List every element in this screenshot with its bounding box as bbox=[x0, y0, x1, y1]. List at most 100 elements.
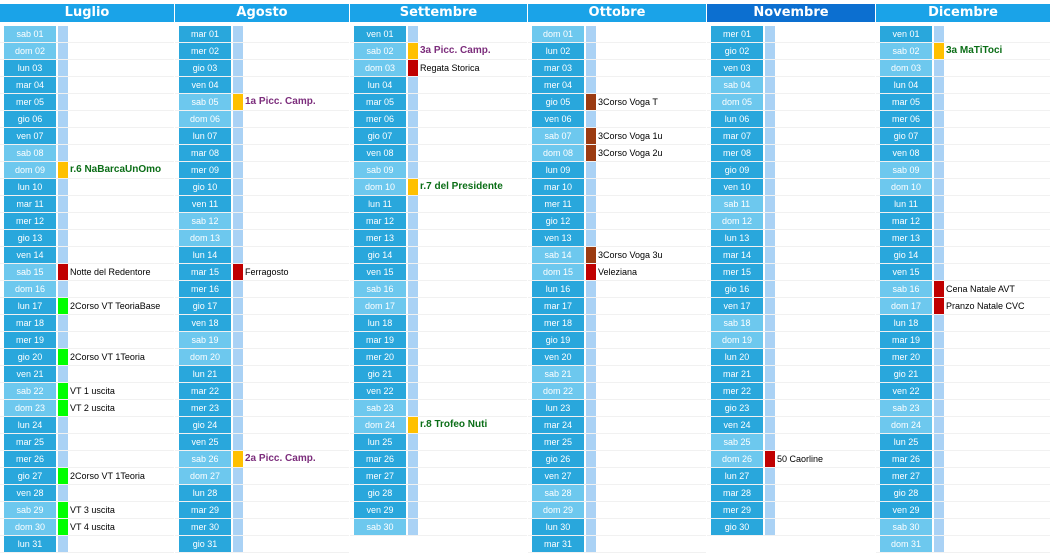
day-date: ven 27 bbox=[532, 468, 584, 484]
day-row: dom 09 r.6 NaBarcaUnOmo bbox=[0, 162, 174, 179]
day-row: mer 20 bbox=[876, 349, 1050, 366]
day-row: dom 20 bbox=[175, 349, 349, 366]
day-date: gio 31 bbox=[179, 536, 231, 552]
day-row: mer 13 bbox=[350, 230, 527, 247]
day-date: mar 22 bbox=[179, 383, 231, 399]
event-marker bbox=[58, 162, 68, 178]
day-row: lun 11 bbox=[876, 196, 1050, 213]
day-row: lun 11 bbox=[350, 196, 527, 213]
event-label: 3Corso Voga T bbox=[598, 97, 658, 107]
event-marker bbox=[233, 247, 243, 263]
event-marker bbox=[408, 77, 418, 93]
day-date: dom 22 bbox=[532, 383, 584, 399]
day-date: ven 14 bbox=[4, 247, 56, 263]
event-marker bbox=[58, 179, 68, 195]
day-row: dom 10 r.7 del Presidente bbox=[350, 179, 527, 196]
event-label: VT 2 uscita bbox=[70, 403, 115, 413]
day-row: dom 24 r.8 Trofeo Nuti bbox=[350, 417, 527, 434]
row-divider bbox=[175, 552, 349, 553]
day-row: lun 25 bbox=[350, 434, 527, 451]
event-marker bbox=[233, 264, 243, 280]
day-row: mer 04 bbox=[528, 77, 706, 94]
day-row: dom 02 bbox=[0, 43, 174, 60]
event-marker bbox=[58, 485, 68, 501]
day-date: mar 25 bbox=[4, 434, 56, 450]
event-marker bbox=[58, 519, 68, 535]
day-date: dom 02 bbox=[4, 43, 56, 59]
day-row: mar 21 bbox=[707, 366, 875, 383]
event-marker bbox=[586, 162, 596, 178]
day-row: sab 16 bbox=[350, 281, 527, 298]
event-marker bbox=[233, 281, 243, 297]
event-marker bbox=[934, 519, 944, 535]
event-label: 1a Picc. Camp. bbox=[245, 96, 316, 107]
event-marker bbox=[934, 145, 944, 161]
month-dicembre: Dicembre ven 01 sab 02 3a MaTiToci dom 03 lun… bbox=[876, 4, 1050, 553]
day-date: mar 12 bbox=[354, 213, 406, 229]
day-date: mer 01 bbox=[711, 26, 763, 42]
day-row: dom 05 bbox=[707, 94, 875, 111]
day-row: gio 31 bbox=[175, 536, 349, 553]
day-row: dom 03 bbox=[876, 60, 1050, 77]
day-row: ven 11 bbox=[175, 196, 349, 213]
day-row: sab 23 bbox=[350, 400, 527, 417]
event-label: VT 4 uscita bbox=[70, 522, 115, 532]
event-marker bbox=[586, 332, 596, 348]
day-row: lun 04 bbox=[876, 77, 1050, 94]
day-row: mar 22 bbox=[175, 383, 349, 400]
row-divider bbox=[876, 552, 1050, 553]
day-row: sab 28 bbox=[528, 485, 706, 502]
event-marker bbox=[586, 77, 596, 93]
event-marker bbox=[934, 230, 944, 246]
day-row: sab 21 bbox=[528, 366, 706, 383]
day-row: lun 14 bbox=[175, 247, 349, 264]
event-marker bbox=[58, 94, 68, 110]
event-marker bbox=[765, 502, 775, 518]
event-marker bbox=[586, 128, 596, 144]
event-marker bbox=[586, 451, 596, 467]
day-row: lun 09 bbox=[528, 162, 706, 179]
event-marker bbox=[934, 111, 944, 127]
event-marker bbox=[765, 332, 775, 348]
event-marker bbox=[586, 145, 596, 161]
day-row: mar 03 bbox=[528, 60, 706, 77]
day-row: dom 23 VT 2 uscita bbox=[0, 400, 174, 417]
day-row: mer 19 bbox=[0, 332, 174, 349]
day-row: dom 06 bbox=[175, 111, 349, 128]
day-row: mer 13 bbox=[876, 230, 1050, 247]
day-date: dom 16 bbox=[4, 281, 56, 297]
event-marker bbox=[934, 196, 944, 212]
day-date: dom 06 bbox=[179, 111, 231, 127]
event-marker bbox=[586, 383, 596, 399]
event-marker bbox=[233, 77, 243, 93]
day-row: mer 23 bbox=[175, 400, 349, 417]
month-ottobre: Ottobre dom 01 lun 02 mar 03 mer 04 gio 05 3Co… bbox=[528, 4, 706, 553]
event-marker bbox=[586, 281, 596, 297]
day-date: ven 20 bbox=[532, 349, 584, 365]
event-marker bbox=[233, 451, 243, 467]
day-row: ven 10 bbox=[707, 179, 875, 196]
day-row: lun 20 bbox=[707, 349, 875, 366]
day-date: gio 30 bbox=[711, 519, 763, 535]
day-row: dom 19 bbox=[707, 332, 875, 349]
event-label: 2a Picc. Camp. bbox=[245, 453, 316, 464]
event-marker bbox=[934, 451, 944, 467]
day-date: sab 16 bbox=[354, 281, 406, 297]
event-marker bbox=[233, 128, 243, 144]
day-date: dom 05 bbox=[711, 94, 763, 110]
day-row: mer 01 bbox=[707, 26, 875, 43]
month-header: Settembre bbox=[350, 4, 527, 22]
event-marker bbox=[58, 366, 68, 382]
event-marker bbox=[58, 264, 68, 280]
day-row: gio 27 2Corso VT 1Teoria bbox=[0, 468, 174, 485]
day-date: mar 19 bbox=[354, 332, 406, 348]
day-row: ven 15 bbox=[350, 264, 527, 281]
day-date: mer 27 bbox=[354, 468, 406, 484]
day-row: lun 18 bbox=[876, 315, 1050, 332]
day-row: gio 12 bbox=[528, 213, 706, 230]
event-marker bbox=[586, 417, 596, 433]
event-marker bbox=[58, 60, 68, 76]
day-row: sab 05 1a Picc. Camp. bbox=[175, 94, 349, 111]
event-marker bbox=[233, 417, 243, 433]
month-agosto: Agosto mar 01 mer 02 gio 03 ven 04 sab 05 1a P… bbox=[175, 4, 349, 553]
